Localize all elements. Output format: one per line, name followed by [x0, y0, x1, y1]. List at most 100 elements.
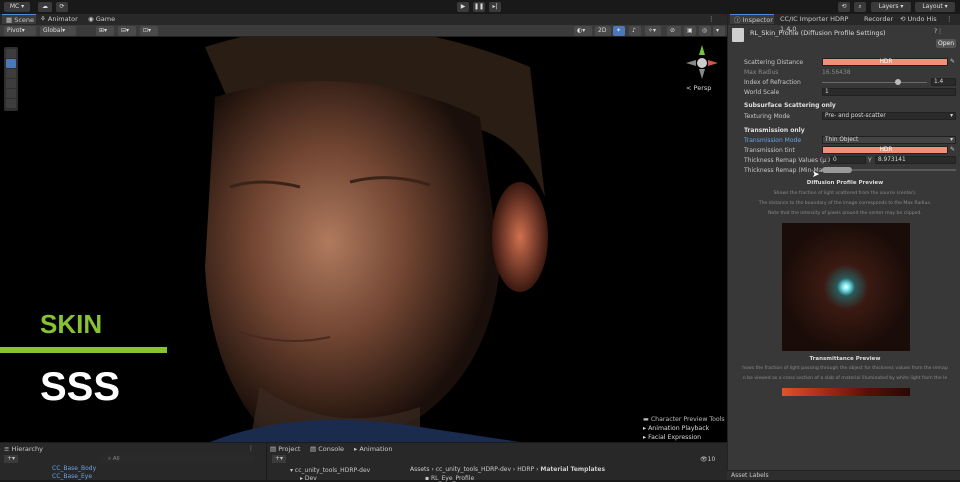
tab-importer[interactable]: CC/IC Importer HDRP 1.4.0 — [780, 14, 860, 33]
open-button[interactable]: Open — [936, 39, 956, 48]
shading-icon[interactable]: ◐▾ — [574, 26, 592, 36]
move-tool-icon[interactable] — [6, 59, 16, 68]
preview-tool-item[interactable]: ▬ Character Preview Tools — [643, 415, 727, 424]
pivot-toggle[interactable]: Pivot▾ — [4, 26, 36, 36]
add-icon[interactable]: +▾ — [4, 455, 18, 463]
scene-viewport[interactable]: SKIN SSS < Persp ▬ Character Preview Too… — [0, 37, 727, 442]
tab-animator[interactable]: ⚘ Animator — [40, 14, 80, 24]
diffusion-preview-title: Diffusion Profile Preview — [806, 180, 884, 186]
pause-icon[interactable]: ❚❚ — [473, 2, 485, 12]
tab-project[interactable]: ▤ Project — [270, 444, 300, 454]
thickness-x-field[interactable]: 0 — [830, 156, 866, 164]
play-icon[interactable]: ▶ — [457, 2, 469, 12]
tab-game[interactable]: ◉ Game — [88, 14, 120, 24]
tab-menu-icon[interactable]: ⋮ — [946, 14, 958, 24]
step-icon[interactable]: ▸| — [489, 2, 501, 12]
scene-tools-palette — [4, 47, 18, 111]
mode-2d-button[interactable]: 2D — [595, 26, 611, 36]
hierarchy-menu-icon[interactable]: ⋮ — [248, 445, 254, 452]
thickness-y-label: Y — [868, 157, 872, 164]
scene-tab-bar: ▦ Scene ⚘ Animator ◉ Game ⋮ — [0, 14, 727, 25]
sss-section-header: Subsurface Scattering only — [744, 102, 836, 109]
scattering-distance-label: Scattering Distance — [744, 59, 804, 66]
lighting-icon[interactable]: ✦ — [613, 26, 625, 36]
gizmos-icon[interactable]: ◎ — [699, 26, 711, 36]
texturing-mode-dropdown[interactable]: Pre- and post-scatter ▾ — [822, 112, 956, 120]
tab-animation[interactable]: ▸ Animation — [354, 444, 392, 454]
account-button[interactable]: MC ▾ — [4, 2, 30, 12]
scene-toolbar: Pivot▾ Global▾ ⊞▾ ⊟▾ ⊡▾ ◐▾ 2D ✦ ♪ ✧▾ ⊘ ▣… — [0, 25, 727, 37]
scale-tool-icon[interactable] — [6, 79, 16, 88]
project-subfolder[interactable]: ▸ Dev — [300, 475, 317, 482]
transmittance-note: hows the fraction of light passing throu… — [742, 366, 948, 371]
increment-icon[interactable]: ⊡▾ — [140, 26, 158, 36]
tab-console[interactable]: ▤ Console — [310, 444, 344, 454]
ior-slider-track[interactable] — [822, 82, 927, 83]
camera-icon[interactable]: ▣ — [684, 26, 696, 36]
snap-icon[interactable]: ⊟▾ — [118, 26, 136, 36]
audio-icon[interactable]: ♪ — [629, 26, 641, 36]
layers-dropdown[interactable]: Layers ▾ — [871, 2, 911, 12]
panel-divider — [266, 443, 267, 480]
persp-label[interactable]: < Persp — [686, 84, 711, 92]
hierarchy-item[interactable]: CC_Base_Eye — [52, 473, 92, 480]
transmittance-preview-bar — [782, 388, 910, 396]
project-folder[interactable]: ▾ cc_unity_tools_HDRP-dev — [290, 467, 370, 474]
transform-tool-icon[interactable] — [6, 99, 16, 108]
preview-tool-item[interactable]: ▸ Animation Playback — [643, 424, 727, 433]
gizmo-dropdown-icon[interactable]: ▾ — [713, 26, 725, 36]
transmission-tint-color[interactable]: HDR — [822, 146, 948, 154]
thickness-range-handle[interactable] — [822, 167, 852, 173]
asset-file-icon — [732, 28, 744, 42]
asset-count: 👁10 — [700, 456, 716, 463]
inspector-title: RL_Skin_Profile (Diffusion Profile Setti… — [750, 29, 886, 37]
transmission-mode-label: Transmission Mode — [744, 137, 802, 144]
global-toggle[interactable]: Global▾ — [40, 26, 76, 36]
search-icon[interactable]: ⌕ — [854, 2, 866, 12]
hierarchy-search-input[interactable]: ⌕ All — [100, 455, 255, 463]
ior-label: Index of Refraction — [744, 79, 801, 86]
world-scale-label: World Scale — [744, 89, 780, 96]
preview-tool-item[interactable]: ▸ Facial Expression — [643, 433, 727, 442]
thickness-y-field[interactable]: 8.973141 — [875, 156, 956, 164]
transmittance-preview-title: Transmittance Preview — [809, 356, 881, 362]
skin-overlay-bar — [0, 347, 167, 353]
effects-icon[interactable]: ✧▾ — [645, 26, 661, 36]
hierarchy-item[interactable]: CC_Base_Body — [52, 465, 96, 472]
grid-icon[interactable]: ⊞▾ — [96, 26, 114, 36]
tab-menu-icon[interactable]: ⋮ — [708, 14, 724, 24]
thickness-remap-values-label: Thickness Remap Values (µ X — [744, 157, 833, 164]
rect-tool-icon[interactable] — [6, 89, 16, 98]
layout-dropdown[interactable]: Layout ▾ — [915, 2, 955, 12]
tab-scene[interactable]: ▦ Scene — [2, 14, 36, 24]
orientation-gizmo[interactable] — [684, 43, 720, 79]
tab-inspector[interactable]: ⓘ Inspector — [730, 14, 774, 24]
diffusion-note: The distance to the boundary of the imag… — [758, 201, 932, 206]
project-add-icon[interactable]: +▾ — [272, 455, 286, 463]
mouse-cursor-icon: ➤ — [812, 170, 820, 180]
tab-undo-history[interactable]: ⟲ Undo His — [900, 14, 940, 24]
history-icon[interactable]: ⟲ — [838, 2, 850, 12]
thickness-remap-label: Thickness Remap (Min-Ma — [744, 167, 823, 174]
project-file[interactable]: ▪ RL_Eye_Profile — [425, 475, 474, 482]
transmission-mode-dropdown[interactable]: Thin Object ▾ — [822, 136, 956, 144]
skin-overlay-label: SKIN — [40, 309, 103, 339]
cloud-icon[interactable]: ☁ — [38, 2, 52, 12]
tab-recorder[interactable]: Recorder — [864, 14, 898, 24]
eyedropper-icon[interactable]: ✎ — [950, 146, 955, 153]
hand-tool-icon[interactable] — [6, 49, 16, 58]
help-icon[interactable]: ?⋮ — [934, 28, 943, 35]
ior-slider-handle[interactable] — [894, 79, 901, 85]
eyedropper-icon[interactable]: ✎ — [950, 58, 955, 65]
diffusion-note: Shows the fraction of light scattered fr… — [773, 191, 917, 196]
asset-labels-section[interactable]: Asset Labels — [727, 470, 960, 480]
visibility-icon[interactable]: ⊘ — [667, 26, 681, 36]
world-scale-field[interactable]: 1 — [822, 88, 956, 96]
preview-tools-panel: ▬ Character Preview Tools ▸ Animation Pl… — [643, 415, 727, 442]
tab-hierarchy[interactable]: ≡ Hierarchy — [4, 444, 43, 454]
collab-icon[interactable]: ⟳ — [56, 2, 68, 12]
ior-value-field[interactable]: 1.4 — [931, 78, 956, 86]
diffusion-profile-preview — [782, 223, 910, 351]
rotate-tool-icon[interactable] — [6, 69, 16, 78]
scattering-distance-color[interactable]: HDR — [822, 58, 948, 66]
